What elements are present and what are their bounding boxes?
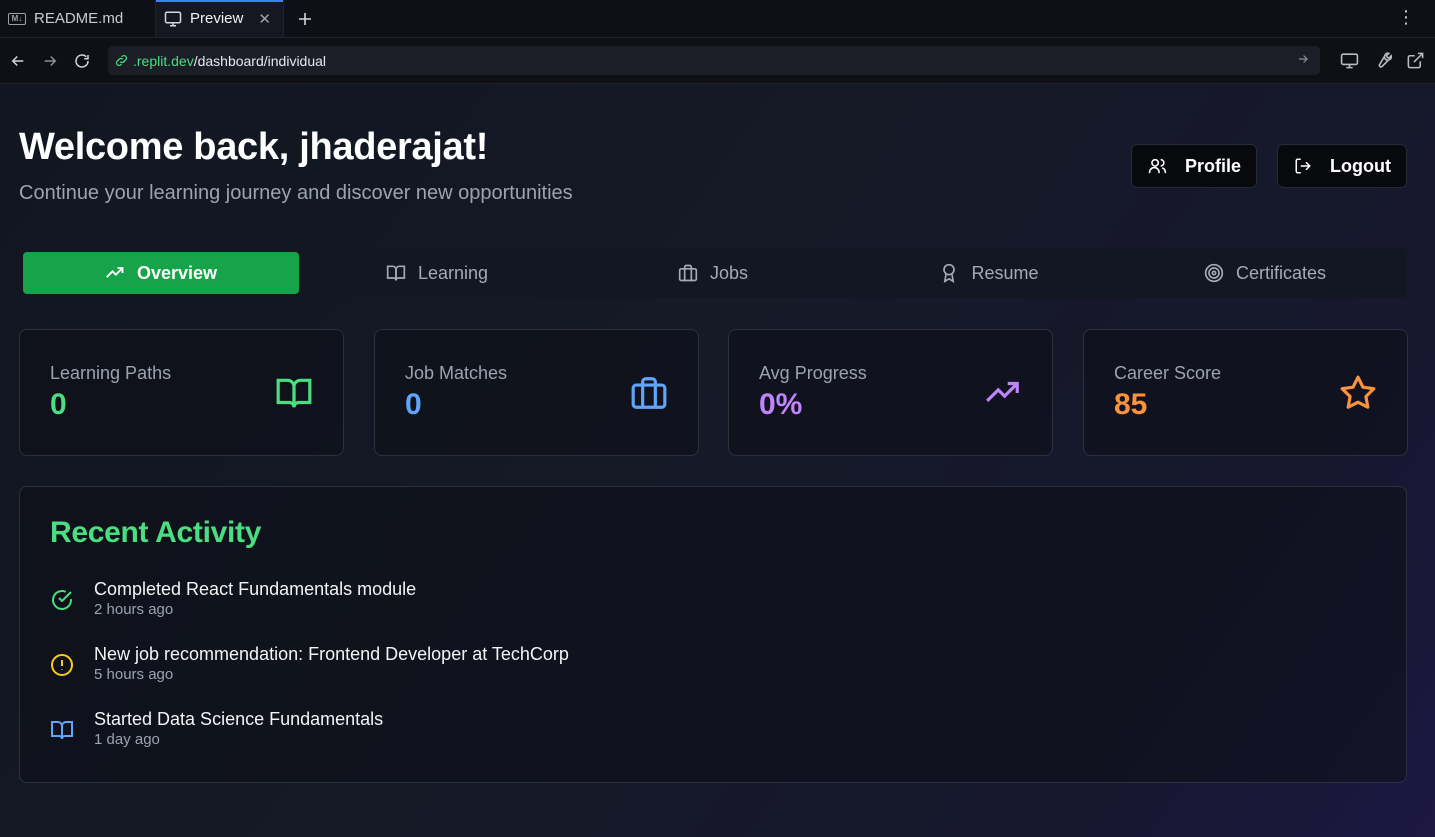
address-bar: .replit.dev/dashboard/individual <box>0 38 1435 84</box>
stat-value: 0% <box>759 388 803 421</box>
close-icon[interactable]: ✕ <box>258 10 271 28</box>
markdown-icon: M↓ <box>8 12 26 25</box>
activity-text: New job recommendation: Frontend Develop… <box>94 644 569 664</box>
new-tab-button[interactable] <box>284 0 326 37</box>
tab-certificates[interactable]: Certificates <box>1127 252 1403 294</box>
award-icon <box>943 263 956 283</box>
stat-label: Learning Paths <box>50 363 172 383</box>
forward-button[interactable] <box>34 52 66 70</box>
logout-label: Logout <box>1330 155 1391 176</box>
stat-value: 0 <box>50 388 67 421</box>
tab-jobs[interactable]: Jobs <box>575 252 851 294</box>
more-vertical-icon[interactable]: ⋮ <box>1397 8 1415 26</box>
logout-button[interactable]: Logout <box>1277 144 1407 188</box>
stat-label: Job Matches <box>405 363 508 383</box>
arrow-right-icon <box>44 55 57 66</box>
wrench-icon[interactable] <box>1373 51 1392 70</box>
activity-time: 1 day ago <box>94 731 160 748</box>
activity-time: 2 hours ago <box>94 601 174 618</box>
browser-tab-bar: M↓ README.md Preview ✕ ⋮ <box>0 0 1435 38</box>
dashboard-tabs: Overview Learning Jobs Resume Certificat… <box>19 248 1407 298</box>
trending-up-icon <box>986 381 1019 403</box>
devices-icon[interactable] <box>1340 51 1359 70</box>
stat-label: Avg Progress <box>759 363 867 383</box>
activity-text: Completed React Fundamentals module <box>94 579 417 599</box>
tab-overview-label: Overview <box>136 262 218 283</box>
recent-activity-card: Recent Activity Completed React Fundamen… <box>19 486 1407 783</box>
stat-card-learning-paths: Learning Paths 0 <box>19 329 344 456</box>
tab-certificates-label: Certificates <box>1235 262 1327 283</box>
tab-preview-label: Preview <box>190 10 244 27</box>
url-field[interactable]: .replit.dev/dashboard/individual <box>108 46 1320 75</box>
stat-card-job-matches: Job Matches 0 <box>374 329 699 456</box>
url-path: /dashboard/individual <box>193 52 327 69</box>
activity-item: Completed React Fundamentals module 2 ho… <box>50 578 416 620</box>
monitor-icon <box>164 11 182 26</box>
stat-value: 85 <box>1114 388 1148 421</box>
stat-card-career-score: Career Score 85 <box>1083 329 1408 456</box>
activity-item: Started Data Science Fundamentals 1 day … <box>50 708 383 750</box>
check-circle-icon <box>52 590 72 610</box>
book-icon <box>276 378 312 408</box>
link-icon <box>116 55 127 66</box>
briefcase-icon <box>631 377 667 409</box>
recent-activity-title: Recent Activity <box>50 516 262 549</box>
go-arrow-icon[interactable] <box>1296 52 1310 69</box>
profile-button[interactable]: Profile <box>1131 144 1257 188</box>
book-icon <box>386 265 406 281</box>
logout-icon <box>1295 158 1311 174</box>
tab-resume[interactable]: Resume <box>851 252 1127 294</box>
plus-icon <box>299 12 311 25</box>
tab-readme[interactable]: M↓ README.md <box>0 0 156 37</box>
stat-card-avg-progress: Avg Progress 0% <box>728 329 1053 456</box>
tab-jobs-label: Jobs <box>709 262 749 283</box>
tab-readme-label: README.md <box>34 10 124 27</box>
address-tools <box>1340 51 1425 70</box>
tab-resume-label: Resume <box>971 262 1039 283</box>
star-icon <box>1340 375 1376 409</box>
tab-preview[interactable]: Preview ✕ <box>156 0 284 37</box>
activity-item: New job recommendation: Frontend Develop… <box>50 643 569 685</box>
users-icon <box>1148 158 1167 174</box>
tab-overview[interactable]: Overview <box>23 252 299 294</box>
briefcase-icon <box>678 264 698 282</box>
page-title: Welcome back, jhaderajat! <box>19 126 489 168</box>
alert-circle-icon <box>51 654 73 676</box>
activity-time: 5 hours ago <box>94 666 174 683</box>
target-icon <box>1204 263 1224 283</box>
stat-label: Career Score <box>1114 363 1222 383</box>
tab-learning-label: Learning <box>417 262 489 283</box>
profile-label: Profile <box>1184 155 1241 176</box>
external-link-icon[interactable] <box>1406 51 1425 70</box>
stat-value: 0 <box>405 388 422 421</box>
back-button[interactable] <box>2 52 34 70</box>
dashboard-page: Welcome back, jhaderajat! Continue your … <box>0 84 1435 837</box>
page-subtitle: Continue your learning journey and disco… <box>19 182 573 204</box>
refresh-icon <box>75 53 89 68</box>
url-domain: .replit.dev <box>133 52 194 69</box>
book-icon <box>51 721 73 740</box>
activity-text: Started Data Science Fundamentals <box>94 709 384 729</box>
arrow-left-icon <box>11 55 24 66</box>
trending-up-icon <box>105 267 124 278</box>
tab-learning[interactable]: Learning <box>299 252 575 294</box>
reload-button[interactable] <box>66 52 98 70</box>
